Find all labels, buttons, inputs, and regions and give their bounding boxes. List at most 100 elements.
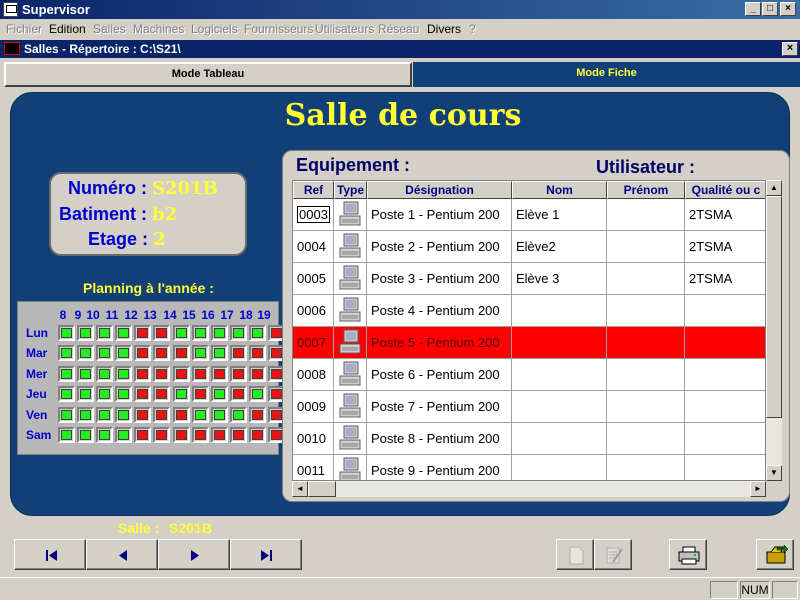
cell-type[interactable] xyxy=(334,359,367,391)
planning-slot-free[interactable] xyxy=(96,407,113,423)
new-record-button[interactable] xyxy=(556,539,594,570)
scroll-down-arrow[interactable]: ▼ xyxy=(766,465,782,481)
cell-nom[interactable] xyxy=(512,455,607,480)
planning-slot-free[interactable] xyxy=(173,386,190,402)
cell-designation[interactable]: Poste 7 - Pentium 200 xyxy=(367,391,512,423)
cell-designation[interactable]: Poste 1 - Pentium 200 xyxy=(367,199,512,231)
cell-prenom[interactable] xyxy=(607,263,685,295)
cell-qualite[interactable] xyxy=(685,327,765,359)
cell-prenom[interactable] xyxy=(607,391,685,423)
table-row[interactable]: 0011 Poste 9 - Pentium 200 xyxy=(293,455,765,480)
table-row[interactable]: 0010 Poste 8 - Pentium 200 xyxy=(293,423,765,455)
planning-slot-busy[interactable] xyxy=(153,325,170,341)
planning-slot-busy[interactable] xyxy=(134,427,151,443)
planning-slot-free[interactable] xyxy=(230,325,247,341)
cell-prenom[interactable] xyxy=(607,327,685,359)
planning-slot-free[interactable] xyxy=(115,345,132,361)
first-record-button[interactable] xyxy=(14,539,86,570)
table-row[interactable]: 0005 Poste 3 - Pentium 200 Elève 3 2TSMA xyxy=(293,263,765,295)
planning-slot-busy[interactable] xyxy=(211,427,228,443)
planning-slot-free[interactable] xyxy=(77,427,94,443)
menu-utilisateurs[interactable]: Utilisateurs xyxy=(315,22,374,36)
cell-qualite[interactable]: 2TSMA xyxy=(685,199,765,231)
cell-type[interactable] xyxy=(334,295,367,327)
planning-slot-free[interactable] xyxy=(173,325,190,341)
table-row[interactable]: 0004 Poste 2 - Pentium 200 Elève2 2TSMA xyxy=(293,231,765,263)
vertical-scroll-thumb[interactable] xyxy=(766,196,782,418)
menu-edition[interactable]: Edition xyxy=(49,22,86,36)
planning-slot-busy[interactable] xyxy=(230,366,247,382)
planning-slot-free[interactable] xyxy=(58,325,75,341)
planning-slot-busy[interactable] xyxy=(173,366,190,382)
planning-slot-busy[interactable] xyxy=(134,407,151,423)
column-header-nom[interactable]: Nom xyxy=(512,181,607,199)
planning-slot-busy[interactable] xyxy=(153,427,170,443)
cell-designation[interactable]: Poste 4 - Pentium 200 xyxy=(367,295,512,327)
planning-slot-free[interactable] xyxy=(58,366,75,382)
cell-designation[interactable]: Poste 3 - Pentium 200 xyxy=(367,263,512,295)
menu-logiciels[interactable]: Logiciels xyxy=(191,22,238,36)
table-row[interactable]: 0009 Poste 7 - Pentium 200 xyxy=(293,391,765,423)
planning-slot-busy[interactable] xyxy=(192,386,209,402)
scroll-left-arrow[interactable]: ◄ xyxy=(292,481,308,497)
maximize-button[interactable]: □ xyxy=(762,2,778,16)
minimize-button[interactable]: _ xyxy=(745,2,761,16)
scroll-right-arrow[interactable]: ► xyxy=(750,481,766,497)
cell-ref[interactable]: 0009 xyxy=(293,391,334,423)
cell-nom[interactable] xyxy=(512,359,607,391)
planning-slot-busy[interactable] xyxy=(134,345,151,361)
cell-prenom[interactable] xyxy=(607,359,685,391)
planning-slot-busy[interactable] xyxy=(134,386,151,402)
planning-slot-busy[interactable] xyxy=(173,427,190,443)
last-record-button[interactable] xyxy=(230,539,302,570)
cell-qualite[interactable] xyxy=(685,423,765,455)
horizontal-scrollbar[interactable]: ◄ ► xyxy=(292,481,766,497)
cell-nom[interactable] xyxy=(512,327,607,359)
cell-designation[interactable]: Poste 9 - Pentium 200 xyxy=(367,455,512,480)
cell-designation[interactable]: Poste 5 - Pentium 200 xyxy=(367,327,512,359)
planning-slot-free[interactable] xyxy=(249,386,266,402)
cell-type[interactable] xyxy=(334,391,367,423)
cell-prenom[interactable] xyxy=(607,231,685,263)
planning-slot-busy[interactable] xyxy=(173,407,190,423)
cell-type[interactable] xyxy=(334,423,367,455)
menu-fichier[interactable]: Fichier xyxy=(6,22,42,36)
print-button[interactable] xyxy=(669,539,707,570)
cell-nom[interactable]: Elève 1 xyxy=(512,199,607,231)
planning-slot-free[interactable] xyxy=(58,345,75,361)
scroll-up-arrow[interactable]: ▲ xyxy=(766,180,782,196)
table-row[interactable]: 0007 Poste 5 - Pentium 200 xyxy=(293,327,765,359)
planning-slot-free[interactable] xyxy=(77,345,94,361)
planning-slot-free[interactable] xyxy=(96,325,113,341)
close-button[interactable]: × xyxy=(780,2,796,16)
cell-ref[interactable]: 0005 xyxy=(293,263,334,295)
previous-record-button[interactable] xyxy=(86,539,158,570)
planning-slot-free[interactable] xyxy=(77,386,94,402)
cell-qualite[interactable] xyxy=(685,359,765,391)
cell-nom[interactable] xyxy=(512,423,607,455)
child-close-button[interactable]: × xyxy=(782,42,798,56)
planning-slot-busy[interactable] xyxy=(153,345,170,361)
table-row[interactable]: 0008 Poste 6 - Pentium 200 xyxy=(293,359,765,391)
column-header-type[interactable]: Type xyxy=(334,181,367,199)
cell-nom[interactable]: Elève 3 xyxy=(512,263,607,295)
planning-slot-busy[interactable] xyxy=(192,366,209,382)
cell-type[interactable] xyxy=(334,231,367,263)
tab-mode-tableau[interactable]: Mode Tableau xyxy=(4,62,412,87)
planning-slot-free[interactable] xyxy=(192,407,209,423)
cell-type[interactable] xyxy=(334,455,367,480)
column-header-ref[interactable]: Ref xyxy=(293,181,334,199)
planning-slot-busy[interactable] xyxy=(173,345,190,361)
planning-slot-free[interactable] xyxy=(96,427,113,443)
planning-slot-free[interactable] xyxy=(115,386,132,402)
planning-slot-free[interactable] xyxy=(249,325,266,341)
planning-slot-busy[interactable] xyxy=(249,427,266,443)
cell-type[interactable] xyxy=(334,263,367,295)
menu-help[interactable]: ? xyxy=(469,22,476,36)
cell-ref[interactable]: 0008 xyxy=(293,359,334,391)
planning-slot-free[interactable] xyxy=(211,407,228,423)
planning-slot-free[interactable] xyxy=(211,325,228,341)
next-record-button[interactable] xyxy=(158,539,230,570)
cell-type[interactable] xyxy=(334,327,367,359)
cell-qualite[interactable] xyxy=(685,295,765,327)
